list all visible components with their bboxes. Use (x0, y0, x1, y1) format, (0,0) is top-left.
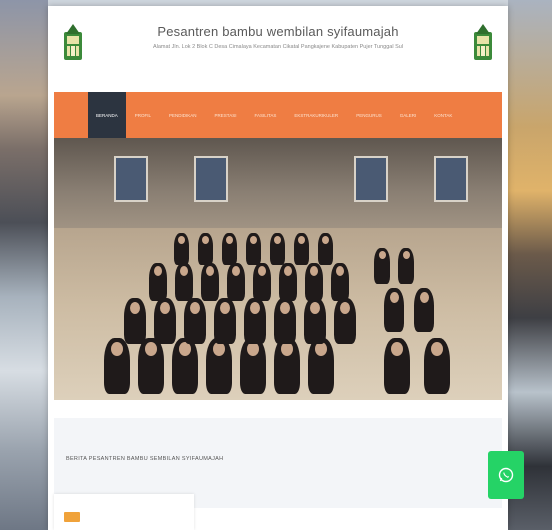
student-figure (240, 338, 266, 394)
nav-item-beranda[interactable]: BERANDA (88, 92, 126, 138)
nav-item-prestasi[interactable]: PRESTASI (206, 92, 246, 138)
nav-item-kontak[interactable]: KONTAK (425, 92, 461, 138)
whatsapp-icon (498, 467, 514, 483)
student-face (379, 251, 386, 259)
student-face (310, 302, 320, 314)
background-scenery-left (0, 0, 48, 530)
student-figure (206, 338, 232, 394)
hero-window (194, 156, 228, 202)
site-address: Alamat Jln. Lok 2 Blok C Desa Cimalaya K… (152, 44, 404, 50)
student-face (250, 236, 257, 244)
student-face (391, 342, 403, 356)
student-figure (124, 298, 146, 344)
student-figure (294, 233, 309, 265)
student-figure (138, 338, 164, 394)
student-figure (424, 338, 450, 394)
nav-item-profil[interactable]: PROFIL (126, 92, 160, 138)
student-face (154, 266, 162, 276)
student-face (180, 266, 188, 276)
student-figure (331, 263, 349, 301)
student-face (179, 342, 191, 356)
student-face (232, 266, 240, 276)
student-face (431, 342, 443, 356)
student-face (202, 236, 209, 244)
student-figure (154, 298, 176, 344)
student-face (284, 266, 292, 276)
student-figure (201, 263, 219, 301)
student-face (340, 302, 350, 314)
student-face (390, 292, 399, 303)
student-figure (304, 298, 326, 344)
nav-item-ekstrakurikuler[interactable]: EKSTRAKURIKULER (285, 92, 347, 138)
student-face (206, 266, 214, 276)
news-section-title: BERITA PESANTREN BAMBU SEMBILAN SYIFAUMA… (66, 456, 224, 462)
student-figure (244, 298, 266, 344)
student-face (220, 302, 230, 314)
student-figure (172, 338, 198, 394)
student-face (226, 236, 233, 244)
page-container: Pesantren bambu wembilan syifaumajah Ala… (48, 6, 508, 530)
site-title: Pesantren bambu wembilan syifaumajah (157, 24, 399, 39)
student-figure (398, 248, 414, 284)
student-face (250, 302, 260, 314)
student-figure (374, 248, 390, 284)
student-face (145, 342, 157, 356)
site-header: Pesantren bambu wembilan syifaumajah Ala… (48, 6, 508, 90)
student-figure (149, 263, 167, 301)
hero-window (354, 156, 388, 202)
student-face (274, 236, 281, 244)
student-figure (305, 263, 323, 301)
main-navigation: BERANDA PROFIL PENDIDIKAN PRESTASI FASIL… (54, 92, 502, 138)
student-face (310, 266, 318, 276)
student-figure (198, 233, 213, 265)
student-face (280, 302, 290, 314)
student-figure (174, 233, 189, 265)
student-figure (384, 338, 410, 394)
student-figure (270, 233, 285, 265)
student-figure (318, 233, 333, 265)
whatsapp-button[interactable] (488, 451, 524, 499)
hero-window (434, 156, 468, 202)
nav-item-pengurus[interactable]: PENGURUS (347, 92, 391, 138)
student-face (213, 342, 225, 356)
student-face (258, 266, 266, 276)
student-face (322, 236, 329, 244)
student-figure (308, 338, 334, 394)
nav-item-galeri[interactable]: GALERI (391, 92, 426, 138)
hero-image (54, 138, 502, 400)
student-figure (222, 233, 237, 265)
student-face (403, 251, 410, 259)
student-figure (384, 288, 404, 332)
hero-window (114, 156, 148, 202)
student-face (130, 302, 140, 314)
student-face (336, 266, 344, 276)
pesantren-crest-icon[interactable] (472, 22, 494, 64)
student-figure (184, 298, 206, 344)
student-face (315, 342, 327, 356)
student-face (178, 236, 185, 244)
student-figure (279, 263, 297, 301)
student-figure (175, 263, 193, 301)
news-card-badge (64, 512, 80, 522)
nav-item-fasilitas[interactable]: FASILITAS (245, 92, 285, 138)
student-face (281, 342, 293, 356)
student-face (190, 302, 200, 314)
student-face (298, 236, 305, 244)
news-card[interactable] (54, 494, 194, 530)
student-figure (334, 298, 356, 344)
student-face (111, 342, 123, 356)
student-figure (414, 288, 434, 332)
student-figure (227, 263, 245, 301)
student-face (247, 342, 259, 356)
student-figure (274, 298, 296, 344)
student-face (420, 292, 429, 303)
student-figure (246, 233, 261, 265)
nav-item-pendidikan[interactable]: PENDIDIKAN (160, 92, 206, 138)
student-figure (274, 338, 300, 394)
student-figure (104, 338, 130, 394)
student-face (160, 302, 170, 314)
pesantren-crest-icon[interactable] (62, 22, 84, 64)
student-figure (253, 263, 271, 301)
student-figure (214, 298, 236, 344)
